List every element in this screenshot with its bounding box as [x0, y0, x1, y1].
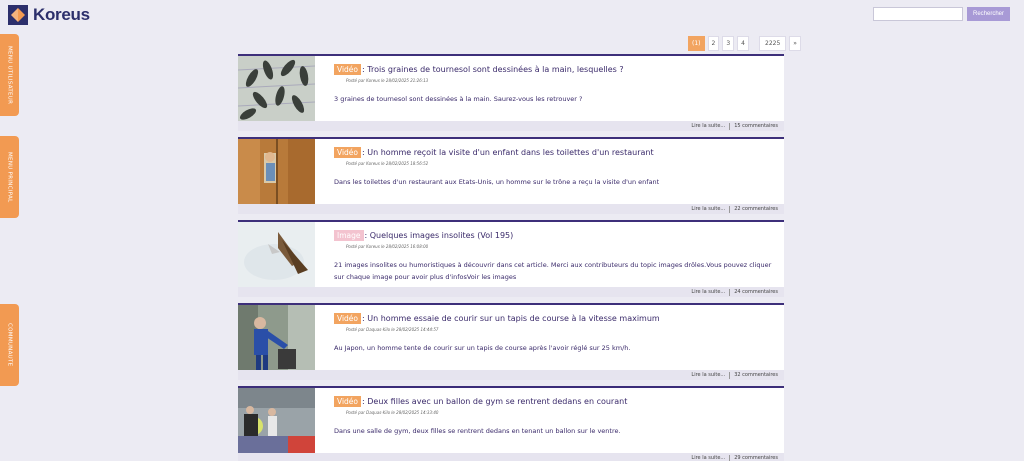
article-description: Dans les toilettes d'un restaurant aux E… [334, 178, 660, 186]
search-input[interactable] [872, 7, 963, 21]
article-thumbnail[interactable] [238, 139, 315, 206]
article-meta: Posté par Koreus le 28/02/2025 21:26:13 [346, 78, 429, 83]
page-2-button[interactable]: 2 [707, 36, 720, 51]
read-more-link[interactable]: Lire la suite... [691, 455, 725, 461]
site-name: Koreus [33, 5, 90, 24]
article-title[interactable]: Vidéo : Deux filles avec un ballon de gy… [334, 396, 627, 407]
category-badge[interactable]: Image [334, 230, 364, 241]
article-title-text[interactable]: : Un homme reçoit la visite d'un enfant … [362, 148, 654, 157]
article-title[interactable]: Vidéo : Un homme essaie de courir sur un… [334, 313, 660, 324]
article-card: Vidéo : Un homme reçoit la visite d'un e… [238, 137, 784, 214]
article-card: Vidéo : Deux filles avec un ballon de gy… [238, 386, 784, 461]
article-description: Dans une salle de gym, deux filles se re… [334, 427, 621, 435]
article-thumbnail[interactable] [238, 222, 315, 289]
search-bar: Rechercher [872, 7, 1010, 21]
tab-user-menu[interactable]: MENU UTILISATEUR [0, 34, 19, 116]
article-footer: Lire la suite... 29 commentaires [238, 453, 784, 461]
article-title-text[interactable]: : Quelques images insolites (Vol 195) [365, 231, 514, 240]
article-footer: Lire la suite... 22 commentaires [238, 204, 784, 214]
comments-link[interactable]: 22 commentaires [734, 206, 778, 212]
site-logo[interactable]: Koreus [8, 5, 90, 25]
page-last-button[interactable]: 2225 [759, 36, 787, 51]
comments-link[interactable]: 24 commentaires [734, 289, 778, 295]
tab-community[interactable]: COMMUNAUTE [0, 304, 19, 386]
article-footer: Lire la suite... 15 commentaires [238, 121, 784, 131]
article-card: Image : Quelques images insolites (Vol 1… [238, 220, 784, 297]
category-badge[interactable]: Vidéo [334, 64, 362, 75]
article-description: 3 graines de tournesol sont dessinées à … [334, 95, 583, 103]
pagination: (1) 2 3 4 2225 » [688, 36, 801, 51]
article-meta: Posté par Koreus le 28/02/2025 18:56:52 [346, 161, 429, 166]
article-meta: Posté par Daquas-Kilo le 28/02/2025 14:4… [346, 327, 439, 332]
page-next-button[interactable]: » [789, 36, 801, 51]
comments-link[interactable]: 32 commentaires [734, 372, 778, 378]
article-title-text[interactable]: : Un homme essaie de courir sur un tapis… [362, 314, 660, 323]
article-thumbnail[interactable] [238, 388, 315, 455]
article-description: 21 images insolites ou humoristiques à d… [334, 261, 772, 281]
article-title[interactable]: Vidéo : Trois graines de tournesol sont … [334, 64, 624, 75]
article-thumbnail[interactable] [238, 305, 315, 372]
category-badge[interactable]: Vidéo [334, 396, 362, 407]
read-more-link[interactable]: Lire la suite... [691, 289, 725, 295]
article-meta: Posté par Daquas-Kilo le 28/02/2025 14:3… [346, 410, 439, 415]
article-title-text[interactable]: : Deux filles avec un ballon de gym se r… [362, 397, 627, 406]
read-more-link[interactable]: Lire la suite... [691, 372, 725, 378]
tab-main-menu[interactable]: MENU PRINCIPAL [0, 136, 19, 218]
article-card: Vidéo : Un homme essaie de courir sur un… [238, 303, 784, 380]
comments-link[interactable]: 15 commentaires [734, 123, 778, 129]
tab-main-menu-label: MENU PRINCIPAL [6, 151, 13, 203]
category-badge[interactable]: Vidéo [334, 147, 362, 158]
article-thumbnail[interactable] [238, 56, 315, 123]
read-more-link[interactable]: Lire la suite... [691, 123, 725, 129]
article-title[interactable]: Image : Quelques images insolites (Vol 1… [334, 230, 513, 241]
search-button[interactable]: Rechercher [966, 7, 1010, 21]
article-description: Au Japon, un homme tente de courir sur u… [334, 344, 631, 352]
page-3-button[interactable]: 3 [722, 36, 735, 51]
read-more-link[interactable]: Lire la suite... [691, 206, 725, 212]
category-badge[interactable]: Vidéo [334, 313, 362, 324]
article-footer: Lire la suite... 24 commentaires [238, 287, 784, 297]
page-1-button[interactable]: (1) [688, 36, 705, 51]
article-title-text[interactable]: : Trois graines de tournesol sont dessin… [362, 65, 624, 74]
tab-community-label: COMMUNAUTE [6, 323, 13, 367]
page-4-button[interactable]: 4 [737, 36, 749, 51]
article-meta: Posté par Koreus le 28/02/2025 16:08:00 [346, 244, 429, 249]
article-card: Vidéo : Trois graines de tournesol sont … [238, 54, 784, 131]
comments-link[interactable]: 29 commentaires [734, 455, 778, 461]
tab-user-menu-label: MENU UTILISATEUR [6, 45, 13, 105]
article-footer: Lire la suite... 32 commentaires [238, 370, 784, 380]
koreus-logo-icon [8, 5, 28, 25]
article-title[interactable]: Vidéo : Un homme reçoit la visite d'un e… [334, 147, 654, 158]
